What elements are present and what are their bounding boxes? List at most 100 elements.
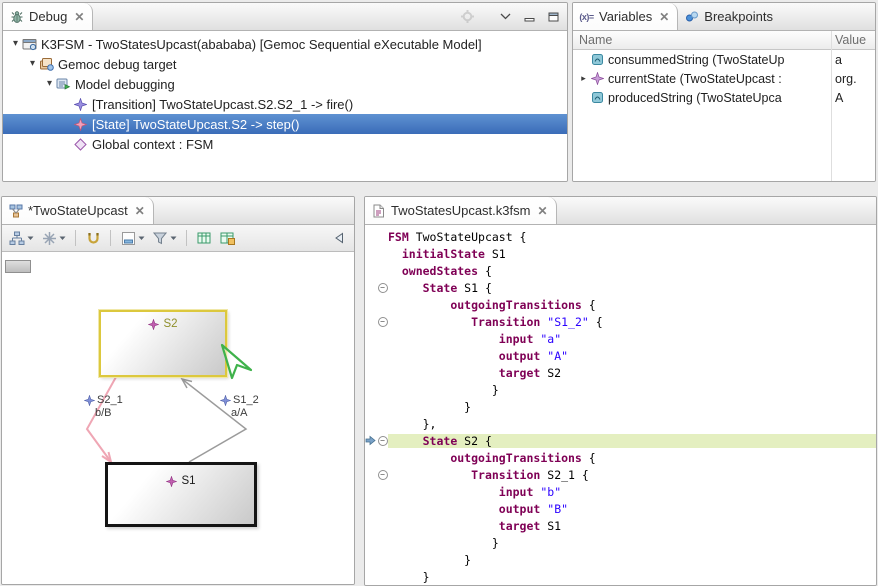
style-icon[interactable] — [118, 228, 138, 248]
code-line[interactable]: } — [365, 568, 876, 585]
context-diamond-icon — [73, 137, 88, 152]
code-line[interactable]: } — [365, 551, 876, 568]
column-divider[interactable] — [831, 31, 832, 181]
vertical-sash-top[interactable] — [568, 2, 572, 182]
filter-icon[interactable] — [150, 228, 170, 248]
variables-rows: consummedString (TwoStateUpa ▸ currentStat… — [573, 50, 875, 107]
debug-tree-item[interactable]: [Transition] TwoStateUpcast.S2.S2_1 -> f… — [3, 94, 567, 114]
view-menu-icon[interactable] — [500, 13, 511, 20]
column-header-name[interactable]: Name — [573, 33, 612, 47]
close-icon[interactable]: ✕ — [135, 204, 145, 218]
fold-toggle-icon[interactable]: − — [377, 436, 388, 446]
tab-k3fsm-file[interactable]: TwoStatesUpcast.k3fsm ✕ — [365, 197, 557, 224]
variable-value: A — [835, 91, 843, 105]
export-table-icon[interactable] — [194, 228, 214, 248]
arrange-icon[interactable] — [39, 228, 59, 248]
code-text: State S2 { — [388, 434, 876, 448]
vertical-sash-bottom[interactable] — [355, 196, 364, 586]
dropdown-caret-icon[interactable] — [170, 236, 177, 241]
code-line[interactable]: output "A" — [365, 347, 876, 364]
code-text: } — [388, 383, 876, 397]
code-line[interactable]: input "a" — [365, 330, 876, 347]
code-line[interactable]: }, — [365, 415, 876, 432]
close-icon[interactable]: ✕ — [537, 204, 547, 218]
disabled-gear-icon[interactable] — [460, 9, 475, 24]
transition-label-s1-2[interactable]: S1_2 a/A — [220, 394, 259, 420]
debug-view: Debug ✕ ▾K3FSM - TwoStatesUpcast(abababa… — [2, 2, 568, 182]
code-line[interactable]: } — [365, 398, 876, 415]
annotation-ruler — [365, 551, 377, 568]
tab-variables[interactable]: (x)=Variables✕ — [573, 3, 678, 30]
debug-launch-tree: ▾K3FSM - TwoStatesUpcast(abababa) [Gemoc… — [3, 31, 567, 181]
debug-tree-item[interactable]: Global context : FSM — [3, 134, 567, 154]
dropdown-caret-icon[interactable] — [27, 236, 34, 241]
code-line[interactable]: outgoingTransitions { — [365, 449, 876, 466]
expander-icon[interactable]: ▾ — [9, 34, 22, 54]
expander-icon[interactable]: ▾ — [43, 74, 56, 94]
expander-icon[interactable]: ▸ — [577, 73, 590, 84]
debug-tree-item[interactable]: ▾Model debugging — [3, 74, 567, 94]
variable-row[interactable]: consummedString (TwoStateUpa — [573, 50, 875, 69]
code-line[interactable]: target S1 — [365, 517, 876, 534]
variables-view: (x)=Variables✕Breakpoints Name Value con… — [572, 2, 876, 182]
code-area[interactable]: FSM TwoStateUpcast { initialState S1 own… — [365, 225, 876, 585]
variable-name: currentState (TwoStateUpcast : — [608, 72, 826, 86]
debug-tree-item[interactable]: ▾K3FSM - TwoStatesUpcast(abababa) [Gemoc… — [3, 34, 567, 54]
launch-icon — [22, 37, 37, 52]
export-image-icon[interactable] — [217, 228, 237, 248]
code-line[interactable]: initialState S1 — [365, 245, 876, 262]
debug-tree-item[interactable]: ▾ Gemoc debug target — [3, 54, 567, 74]
state-node-s1[interactable]: S1 — [105, 462, 257, 527]
expander-icon[interactable]: ▾ — [26, 54, 39, 74]
code-line[interactable]: ownedStates { — [365, 262, 876, 279]
diagram-mode-icon[interactable] — [7, 228, 27, 248]
code-line[interactable]: − Transition "S1_2" { — [365, 313, 876, 330]
close-icon[interactable]: ✕ — [74, 10, 84, 24]
annotation-ruler — [365, 330, 377, 347]
code-line[interactable]: FSM TwoStateUpcast { — [365, 228, 876, 245]
state-node-s2[interactable]: S2 — [99, 310, 227, 377]
tab-diagram[interactable]: *TwoStateUpcast ✕ — [2, 197, 154, 224]
tab-breakpoints[interactable]: Breakpoints — [678, 3, 781, 30]
code-line[interactable]: output "B" — [365, 500, 876, 517]
fold-toggle-icon[interactable]: − — [377, 317, 388, 327]
toolbar-separator — [75, 230, 76, 246]
code-line[interactable]: − Transition S2_1 { — [365, 466, 876, 483]
transition-io: a/A — [231, 407, 259, 420]
column-header-value[interactable]: Value — [835, 31, 866, 50]
pin-icon[interactable] — [83, 228, 103, 248]
transition-label-s2-1[interactable]: S2_1 b/B — [84, 394, 123, 420]
variable-row[interactable]: producedString (TwoStateUpcaA — [573, 88, 875, 107]
code-line[interactable]: input "b" — [365, 483, 876, 500]
transition-name: S1_2 — [233, 394, 259, 407]
dropdown-caret-icon[interactable] — [59, 236, 66, 241]
dropdown-caret-icon[interactable] — [138, 236, 145, 241]
code-line[interactable]: − State S2 { — [365, 432, 876, 449]
var-field-icon — [590, 91, 604, 105]
code-line[interactable]: } — [365, 381, 876, 398]
debug-tree-item[interactable]: [State] TwoStateUpcast.S2 -> step() — [3, 114, 567, 134]
annotation-ruler — [365, 483, 377, 500]
fold-toggle-icon[interactable]: − — [377, 470, 388, 480]
tree-item-label: Gemoc debug target — [58, 57, 177, 72]
close-icon[interactable]: ✕ — [659, 10, 669, 24]
annotation-ruler — [365, 466, 377, 483]
variable-row[interactable]: ▸currentState (TwoStateUpcast :org. — [573, 69, 875, 88]
transition-io: b/B — [95, 407, 123, 420]
code-line[interactable]: outgoingTransitions { — [365, 296, 876, 313]
code-line[interactable]: target S2 — [365, 364, 876, 381]
fold-toggle-icon[interactable]: − — [377, 283, 388, 293]
annotation-ruler — [365, 449, 377, 466]
minimize-icon[interactable] — [524, 12, 535, 22]
diagram-canvas[interactable]: S2 S1 S2_1 b/B S1_2 — [2, 252, 354, 584]
tab-debug[interactable]: Debug ✕ — [3, 3, 93, 30]
code-line[interactable]: } — [365, 534, 876, 551]
code-line[interactable]: − State S1 { — [365, 279, 876, 296]
code-text: } — [388, 400, 876, 414]
annotation-ruler — [365, 398, 377, 415]
tab-file-label: TwoStatesUpcast.k3fsm — [391, 203, 530, 218]
annotation-ruler — [365, 534, 377, 551]
horizontal-sash[interactable] — [0, 182, 878, 196]
maximize-icon[interactable] — [548, 12, 559, 22]
collapse-palette-icon[interactable] — [329, 228, 349, 248]
